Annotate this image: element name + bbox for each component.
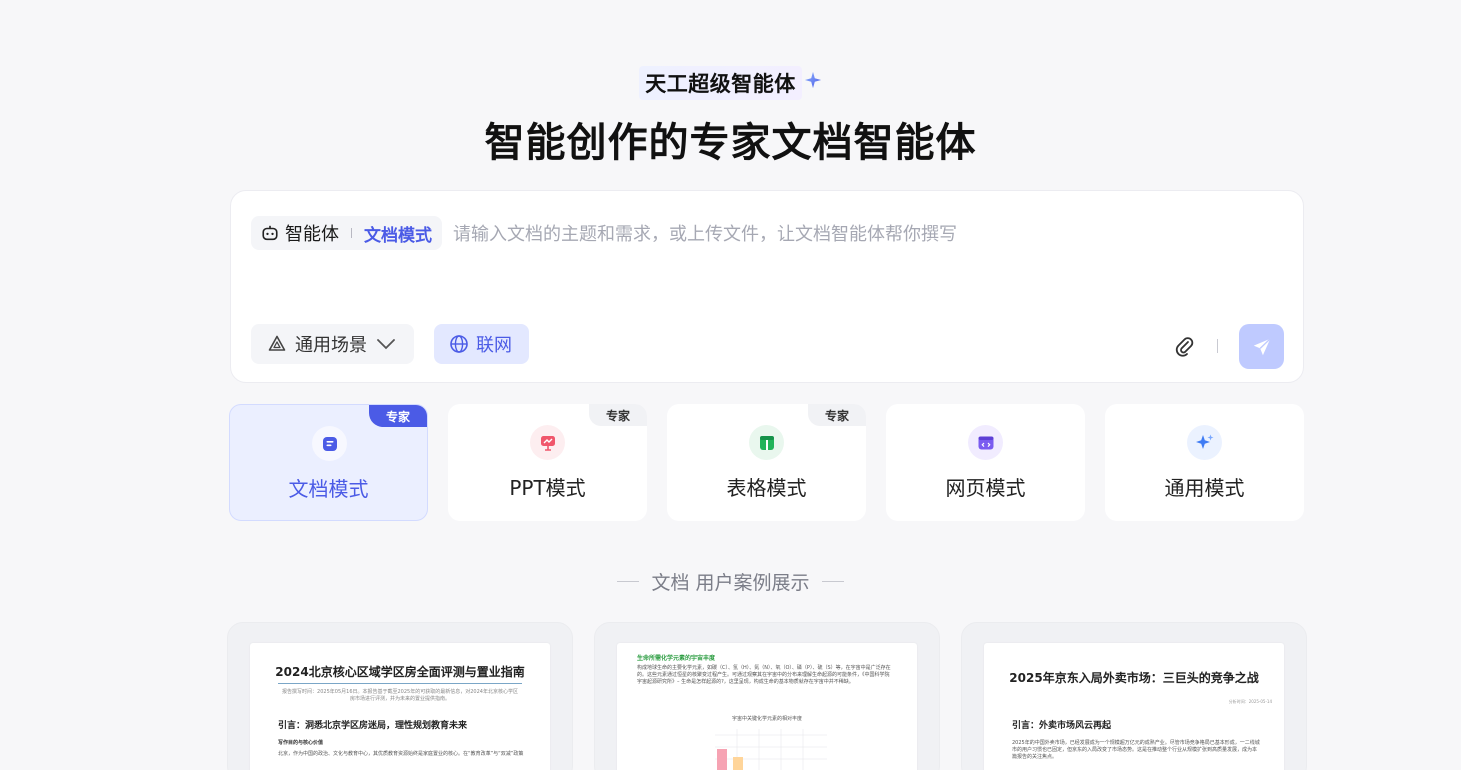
agent-mode-label: 文档模式 — [364, 225, 432, 246]
doc-title: 2025年京东入局外卖市场：三巨头的竞争之战 — [1009, 671, 1259, 685]
divider — [351, 228, 352, 238]
brand-name: 天工超级智能体 — [639, 66, 802, 100]
doc-heading: 引言：外卖市场风云再起 — [1012, 721, 1112, 731]
divider — [821, 581, 844, 582]
send-icon — [1253, 337, 1271, 355]
doc-heading: 引言：洞悉北京学区房迷局，理性规划教育未来 — [278, 721, 468, 731]
doc-title: 2024北京核心区域学区房全面评测与置业指南 — [275, 665, 525, 679]
doc-subtitle: 报告撰写时间：2025年05月16日。本报告基于截至2025年的可获取的最新信息… — [282, 689, 518, 702]
doc-chart-thumbnail — [715, 729, 827, 770]
expert-badge: 专家 — [808, 404, 866, 426]
send-button[interactable] — [1239, 324, 1284, 369]
expert-badge: 专家 — [589, 404, 647, 426]
mode-label: 文档模式 — [288, 477, 369, 501]
agent-label: 智能体 — [285, 224, 339, 245]
doc-paragraph: 北京，作为中国的政治、文化与教育中心，其优质教育资源始终是家庭置业的核心。在“教… — [278, 751, 524, 757]
case-card[interactable]: 2024北京核心区域学区房全面评测与置业指南 报告撰写时间：2025年05月16… — [227, 622, 573, 770]
presentation-icon — [530, 425, 565, 460]
mode-card-ppt[interactable]: 专家 PPT模式 — [448, 404, 647, 521]
page-title: 智能创作的专家文档智能体 — [484, 120, 977, 166]
document-icon — [312, 426, 347, 461]
webpage-icon — [968, 425, 1003, 460]
scene-dropdown[interactable]: 通用场景 — [251, 324, 414, 364]
sparkle-icon — [804, 71, 821, 89]
table-icon — [749, 425, 784, 460]
prompt-input[interactable] — [453, 219, 1253, 249]
prompt-composer: 智能体 文档模式 通用场景 联网 — [230, 190, 1304, 383]
web-label: 联网 — [476, 335, 512, 356]
mode-label: 表格模式 — [726, 476, 807, 500]
sparkle-icon — [1187, 425, 1222, 460]
expert-badge: 专家 — [369, 405, 427, 427]
attachment-icon[interactable] — [1173, 335, 1197, 359]
doc-subheading: 写作目的与核心价值 — [278, 740, 324, 746]
document-preview: 2024北京核心区域学区房全面评测与置业指南 报告撰写时间：2025年05月16… — [250, 643, 550, 770]
document-preview: 2025年京东入局外卖市场：三巨头的竞争之战 分析时间：2025-05-14 引… — [984, 643, 1284, 770]
document-preview: 生命所需化学元素的宇宙丰度 构成地球生命的主要化学元素，如碳（C）、氢（H）、氮… — [617, 643, 917, 770]
cases-section-title: 文档 用户案例展示 — [0, 568, 1461, 595]
agent-mode-chip[interactable]: 智能体 文档模式 — [251, 216, 442, 250]
mode-selector: 专家 文档模式 专家 PPT模式 专家 表格模式 网页模式 通用模式 — [229, 404, 1305, 521]
doc-heading: 生命所需化学元素的宇宙丰度 — [637, 655, 716, 662]
mode-card-table[interactable]: 专家 表格模式 — [667, 404, 866, 521]
toolbar-divider — [1217, 339, 1218, 353]
doc-chart-title: 宇宙中关键化学元素的相对丰度 — [731, 716, 802, 722]
chevron-down-icon — [377, 339, 395, 350]
mode-label: 通用模式 — [1164, 476, 1245, 500]
divider — [617, 581, 640, 582]
case-card[interactable]: 生命所需化学元素的宇宙丰度 构成地球生命的主要化学元素，如碳（C）、氢（H）、氮… — [594, 622, 940, 770]
robot-icon — [262, 225, 278, 241]
mode-card-webpage[interactable]: 网页模式 — [886, 404, 1085, 521]
triangle-icon — [268, 335, 286, 351]
brand-header: 天工超级智能体 — [0, 66, 1461, 100]
mode-card-document[interactable]: 专家 文档模式 — [229, 404, 428, 521]
web-search-toggle[interactable]: 联网 — [434, 324, 529, 364]
doc-paragraph: 2025年的中国外卖市场，已经发展成为一个规模超万亿元的成熟产业。尽管市场竞争格… — [1012, 740, 1260, 760]
mode-label: PPT模式 — [509, 476, 586, 500]
divider — [278, 683, 522, 684]
doc-paragraph: 构成地球生命的主要化学元素，如碳（C）、氢（H）、氮（N）、氧（O）、磷（P）、… — [637, 665, 891, 685]
case-card[interactable]: 2025年京东入局外卖市场：三巨头的竞争之战 分析时间：2025-05-14 引… — [961, 622, 1307, 770]
cases-title: 文档 用户案例展示 — [651, 572, 810, 594]
globe-icon — [450, 335, 468, 353]
scene-label: 通用场景 — [295, 335, 367, 356]
mode-label: 网页模式 — [945, 476, 1026, 500]
doc-date: 分析时间：2025-05-14 — [1228, 699, 1272, 704]
mode-card-general[interactable]: 通用模式 — [1105, 404, 1304, 521]
